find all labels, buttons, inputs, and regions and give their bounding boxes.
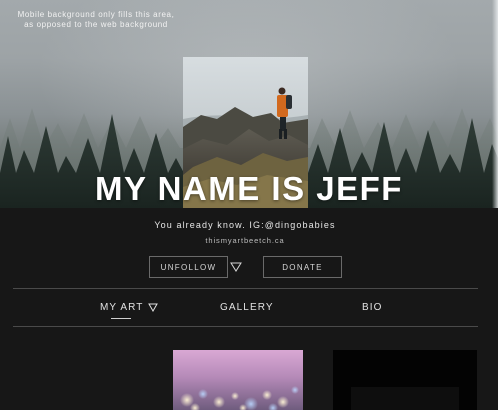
profile-website-link[interactable]: thismyartbeetch.ca (0, 236, 490, 245)
profile-tagline: You already know. IG:@dingobabies (154, 220, 336, 230)
active-tab-indicator (111, 318, 131, 319)
page-title: MY NAME IS JEFF (95, 170, 403, 207)
art-thumbnail[interactable] (173, 350, 303, 410)
mobile-note-line-2: as opposed to the web background (24, 20, 168, 29)
unfollow-button[interactable]: UNFOLLOW (149, 256, 228, 278)
dark-artwork-detail (351, 387, 459, 410)
chevron-down-icon[interactable] (230, 262, 242, 272)
profile-page: Mobile background only fills this area, … (0, 0, 498, 410)
bokeh-lights-image (173, 350, 303, 410)
tab-my-art[interactable]: MY ART (100, 302, 143, 313)
chevron-down-icon[interactable] (148, 303, 158, 312)
art-thumbnail[interactable] (333, 350, 477, 410)
tab-gallery[interactable]: GALLERY (220, 302, 274, 313)
mobile-background-note: Mobile background only fills this area, … (6, 10, 186, 30)
donate-button[interactable]: DONATE (263, 256, 342, 278)
tab-bio[interactable]: BIO (362, 302, 383, 313)
nav-divider-top (13, 288, 478, 289)
profile-banner: Mobile background only fills this area, … (0, 0, 498, 208)
mobile-note-line-1: Mobile background only fills this area, (17, 10, 175, 19)
nav-divider-bottom (13, 326, 478, 327)
